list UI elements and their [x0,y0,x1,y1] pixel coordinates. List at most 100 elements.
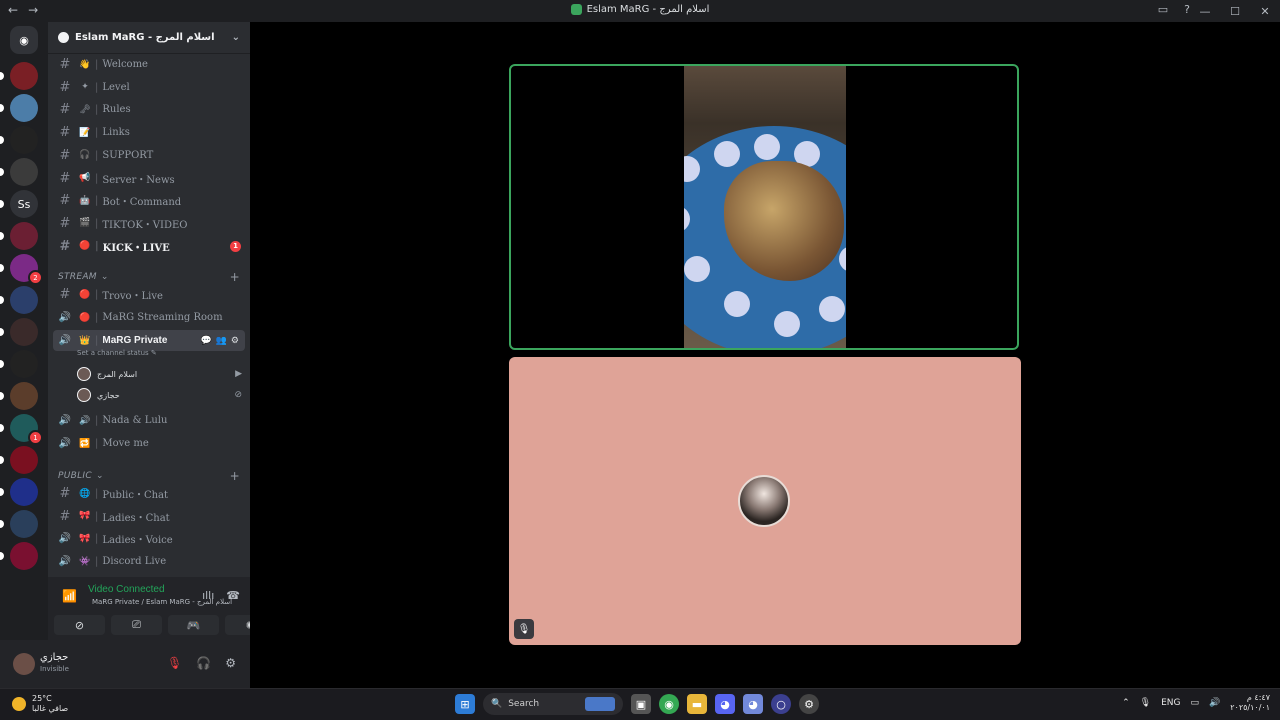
chat-bubble-icon[interactable]: 💬 [200,336,211,346]
close-icon[interactable]: ✕ [1250,5,1280,18]
activity-button[interactable]: 🎮 [168,615,219,635]
hashtag-icon: # [59,238,71,254]
guild-icon[interactable] [10,62,38,90]
channel-name: Ladies・Voice [102,535,173,547]
channel-name: Ladies・Chat [102,512,170,524]
avatar [77,367,91,381]
language-indicator[interactable]: ENG [1161,698,1180,708]
disconnect-icon[interactable]: ☎ [226,589,240,602]
voice-channel[interactable]: 🔊 🔊 | Nada & Lulu [53,410,245,431]
inbox-icon[interactable]: ▭ [1158,3,1168,16]
search-input[interactable]: 🔍 Search [483,693,623,715]
guild-icon[interactable] [10,382,38,410]
voice-user-name: اسلام المرج [97,369,138,379]
voice-status[interactable]: Video Connected [88,584,165,595]
text-channel[interactable]: # 🔴 | Trovo・Live [53,284,245,305]
maximize-icon[interactable]: ☐ [1220,5,1250,18]
video-tile-camera[interactable] [509,64,1019,350]
channel-emoji-icon: 🗝 [79,104,91,115]
category-stream[interactable]: STREAM ⌄ + [58,270,240,284]
guild-icon[interactable] [10,158,38,186]
microphone-muted-icon[interactable]: 🎙 [167,656,182,670]
separator: | [95,59,99,70]
guild-icon[interactable] [10,126,38,154]
invite-icon[interactable]: 👥 [216,336,227,346]
category-public[interactable]: PUBLIC ⌄ + [58,469,240,483]
server-header[interactable]: Eslam MaRG - اسلام المرج ⌄ [48,22,250,54]
camera-off-button[interactable]: ⊘ [54,615,105,635]
add-channel-icon[interactable]: + [230,270,240,284]
text-channel[interactable]: # 🤖 | Bot・Command [53,190,245,211]
minimize-icon[interactable]: — [1190,5,1220,18]
text-channel[interactable]: # 🔴 | KICK・LIVE 1 [53,236,245,257]
guild-icon[interactable] [10,510,38,538]
chevron-down-icon[interactable]: ⌄ [232,32,240,43]
guild-icon[interactable] [10,542,38,570]
gear-icon[interactable]: ⚙ [225,656,236,670]
chrome-icon[interactable]: ◉ [659,694,679,714]
app-icon[interactable]: ○ [771,694,791,714]
guild-icon[interactable] [10,318,38,346]
guild-icon[interactable] [10,478,38,506]
weather-widget[interactable]: 25°C صافي غالبا [12,694,68,714]
hashtag-icon: # [59,193,71,209]
headphones-icon[interactable]: 🎧 [196,656,211,670]
discord-home-icon[interactable]: ◉ [10,26,38,54]
text-channel[interactable]: # 🗝 | Rules [53,99,245,120]
voice-channel[interactable]: 🔊 🔁 | Move me [53,433,245,454]
guild-icon[interactable] [10,286,38,314]
text-channel[interactable]: # 📢 | Server・News [53,168,245,189]
unread-indicator [0,488,4,496]
display-icon[interactable]: ▭ [1191,698,1200,708]
video-tile-participant[interactable]: 🎙 [509,357,1021,645]
windows-start-icon[interactable]: ⊞ [455,694,475,714]
text-channel[interactable]: # 🎧 | SUPPORT [53,145,245,166]
task-view-icon[interactable]: ▣ [631,694,651,714]
clock[interactable]: ٤:٤٧ م ٢٠٢٥/١٠/٠١ [1230,693,1270,713]
unread-indicator [0,200,4,208]
discord-icon[interactable]: ◕ [715,694,735,714]
unread-indicator [0,360,4,368]
steam-icon[interactable]: ⚙ [799,694,819,714]
gear-icon[interactable]: ⚙ [231,336,239,346]
taskbar-apps: ⊞ 🔍 Search ▣ ◉ ▬ ◕ ◕ ○ ⚙ [455,693,819,715]
voice-channel[interactable]: 🔊 🔴 | MaRG Streaming Room [53,307,245,328]
add-channel-icon[interactable]: + [230,469,240,483]
deafened-icon: ⊘ [234,390,242,400]
mic-tray-icon[interactable]: 🎙 [1140,698,1151,708]
channel-name: Nada & Lulu [102,415,168,426]
voice-user[interactable]: حجازي ⊘ [77,388,242,402]
text-channel[interactable]: # 👋 | Welcome [53,54,245,75]
guild-icon[interactable] [10,446,38,474]
guild-icon[interactable] [10,222,38,250]
voice-user[interactable]: اسلام المرج ▶ [77,367,242,381]
hashtag-icon: # [59,170,71,186]
text-channel[interactable]: # 🌐 | Public・Chat [53,483,245,504]
window-title: Eslam MaRG - اسلام المرج [586,4,710,15]
avatar[interactable] [13,653,35,675]
text-channel[interactable]: # 📝 | Links [53,122,245,143]
volume-icon[interactable]: 🔊 [1209,698,1220,708]
voice-channel[interactable]: 🔊 👾 | Discord Live [53,551,245,572]
guild-icon[interactable] [10,94,38,122]
avatar [77,388,91,402]
file-explorer-icon[interactable]: ▬ [687,694,707,714]
username[interactable]: حجازي [40,652,68,663]
text-channel[interactable]: # ✦ | Level [53,77,245,98]
unread-indicator [0,520,4,528]
signal-icon[interactable]: 📶 [62,589,77,603]
guild-icon[interactable] [10,350,38,378]
unread-indicator [0,552,4,560]
screen-share-button[interactable]: ⎚ [111,615,162,635]
text-channel[interactable]: # 🎬 | TIKTOK・VIDEO [53,213,245,234]
guild-icon[interactable]: Ss [10,190,38,218]
channel-emoji-icon: 👋 [79,59,91,70]
discord-ptb-icon[interactable]: ◕ [743,694,763,714]
voice-channel[interactable]: 🔊 🎀 | Ladies・Voice [53,528,245,549]
window-controls: — ☐ ✕ [1190,0,1280,22]
channel-status-prompt[interactable]: Set a channel status ✎ [77,349,157,357]
chevron-up-icon[interactable]: ⌃ [1122,698,1130,708]
text-channel[interactable]: # 🎀 | Ladies・Chat [53,506,245,527]
noise-suppression-icon[interactable]: ıllı [202,589,214,602]
voice-channel[interactable]: 🔊 👑 | MaRG Private 💬 👥 ⚙ [53,330,245,351]
